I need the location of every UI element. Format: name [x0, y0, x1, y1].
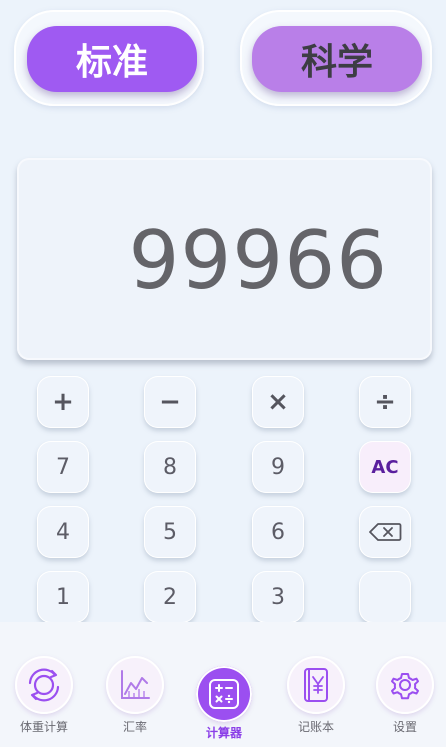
digit-4-button[interactable]: 4 — [37, 506, 89, 558]
display-value: 99966 — [128, 214, 388, 307]
blank-key-button[interactable] — [359, 571, 411, 623]
bottom-navigation: 体重计算 汇率 计算器 记账本 设置 — [0, 622, 446, 747]
tab-standard[interactable]: 标准 — [27, 26, 197, 92]
backspace-button[interactable] — [359, 506, 411, 558]
line-chart-icon — [121, 670, 150, 699]
divide-button[interactable]: ÷ — [359, 376, 411, 428]
nav-item-weight[interactable]: 体重计算 — [12, 656, 76, 735]
backspace-icon — [369, 523, 402, 541]
digit-7-button[interactable]: 7 — [37, 441, 89, 493]
gear-icon — [391, 673, 419, 700]
scientific-tab-frame: 科学 — [240, 10, 432, 106]
digit-5-button[interactable]: 5 — [144, 506, 196, 558]
digit-6-button[interactable]: 6 — [252, 506, 304, 558]
digit-1-button[interactable]: 1 — [37, 571, 89, 623]
nav-item-ledger[interactable]: 记账本 — [284, 656, 348, 735]
standard-tab-frame: 标准 — [14, 10, 204, 106]
nav-item-calculator[interactable]: 计算器 — [192, 656, 256, 741]
nav-item-exchange-rate[interactable]: 汇率 — [103, 656, 167, 735]
nav-item-label: 体重计算 — [19, 720, 68, 734]
yen-book-icon — [304, 668, 328, 702]
all-clear-button[interactable]: AC — [359, 441, 411, 493]
digit-3-button[interactable]: 3 — [252, 571, 304, 623]
refresh-circle-icon — [28, 668, 60, 702]
nav-item-label: 计算器 — [205, 726, 242, 740]
tab-scientific[interactable]: 科学 — [252, 26, 422, 92]
calculator-icon — [209, 679, 239, 709]
multiply-button[interactable]: × — [252, 376, 304, 428]
digit-2-button[interactable]: 2 — [144, 571, 196, 623]
nav-item-label: 设置 — [392, 720, 417, 734]
digit-8-button[interactable]: 8 — [144, 441, 196, 493]
result-display: 99966 — [17, 158, 432, 360]
minus-button[interactable]: − — [144, 376, 196, 428]
nav-item-label: 汇率 — [122, 720, 147, 734]
nav-item-settings[interactable]: 设置 — [373, 656, 437, 735]
plus-button[interactable]: + — [37, 376, 89, 428]
digit-9-button[interactable]: 9 — [252, 441, 304, 493]
nav-item-label: 记账本 — [297, 720, 334, 734]
